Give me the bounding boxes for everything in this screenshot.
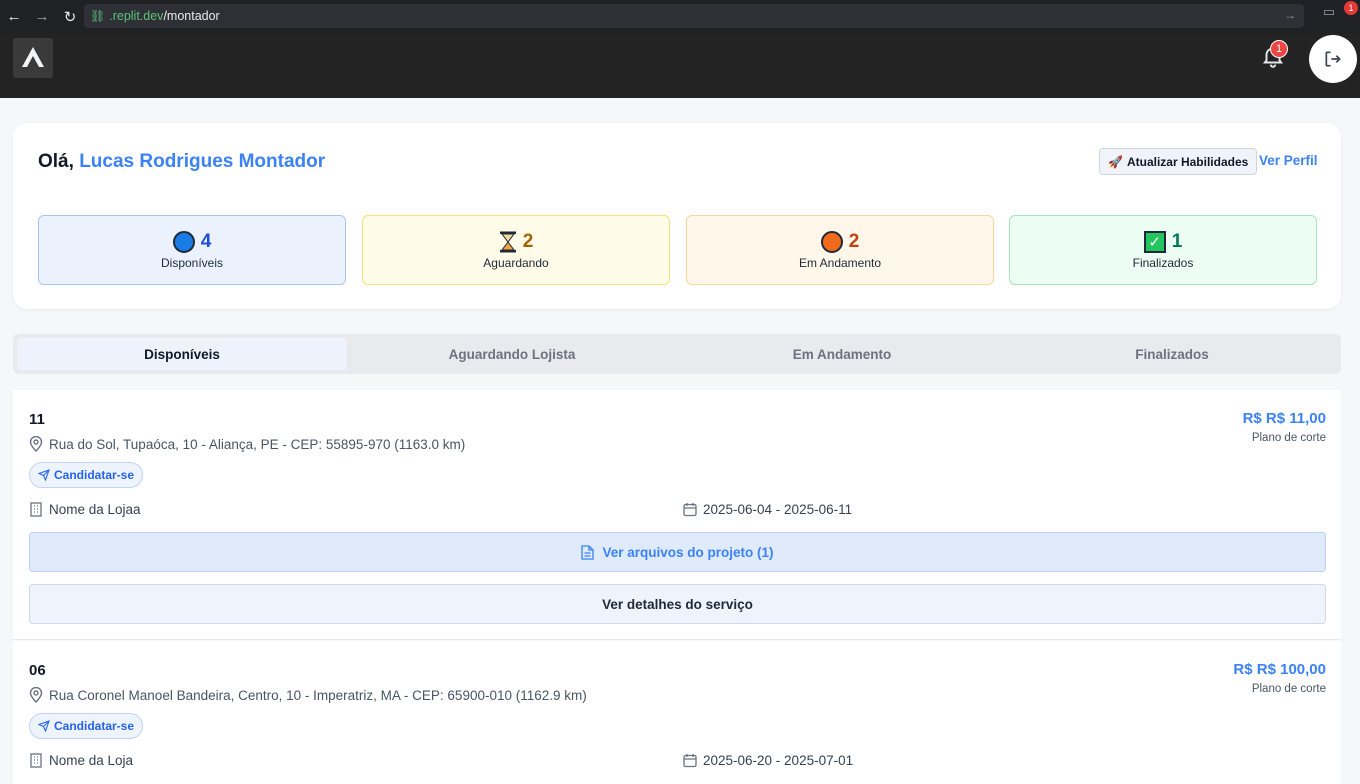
update-skills-button[interactable]: 🚀 Atualizar Habilidades <box>1099 148 1258 175</box>
view-profile-link[interactable]: Ver Perfil <box>1259 153 1318 168</box>
view-files-label: Ver arquivos do projeto (1) <box>602 544 774 560</box>
tab-in-progress[interactable]: Em Andamento <box>677 338 1007 370</box>
address-text: Rua Coronel Manoel Bandeira, Centro, 10 … <box>49 687 587 703</box>
service-store: Nome da Lojaa <box>29 502 141 517</box>
stat-count: 2 <box>848 230 860 252</box>
service-dates: 2025-06-20 - 2025-07-01 <box>683 753 853 768</box>
stat-count: 2 <box>522 230 534 252</box>
stat-waiting[interactable]: 2 Aguardando <box>362 215 670 285</box>
notification-badge: 1 <box>1270 40 1288 58</box>
map-pin-icon <box>29 436 43 452</box>
app-logo[interactable] <box>13 38 53 78</box>
forward-icon[interactable]: → <box>28 3 56 31</box>
service-store: Nome da Loja <box>29 753 133 768</box>
extension-badge: 1 <box>1344 1 1358 15</box>
stat-label: Em Andamento <box>798 255 882 270</box>
link-icon: ⛓ <box>90 9 106 23</box>
apply-button[interactable]: Candidatar-se <box>29 713 144 739</box>
tab-available[interactable]: Disponíveis <box>17 338 347 370</box>
update-skills-label: Atualizar Habilidades <box>1126 154 1249 169</box>
tab-waiting-store[interactable]: Aguardando Lojista <box>347 338 677 370</box>
stat-label: Finalizados <box>1132 255 1194 270</box>
building-icon <box>30 502 42 517</box>
file-icon <box>581 544 595 560</box>
service-card: 11 Rua do Sol, Tupaóca, 10 - Aliança, PE… <box>13 390 1341 640</box>
reload-icon[interactable]: ↻ <box>56 3 84 31</box>
service-title: 06 <box>29 662 46 679</box>
logout-button[interactable] <box>1309 35 1357 83</box>
send-icon <box>38 720 50 732</box>
logout-icon <box>1325 51 1341 67</box>
service-price: R$ R$ 100,00 <box>1233 661 1326 678</box>
map-pin-icon <box>29 687 43 703</box>
date-range: 2025-06-04 - 2025-06-11 <box>703 502 853 517</box>
stat-available[interactable]: 4 Disponíveis <box>38 215 346 285</box>
calendar-icon <box>683 503 697 517</box>
blue-circle-icon <box>172 230 195 253</box>
service-card: 06 Rua Coronel Manoel Bandeira, Centro, … <box>13 641 1341 784</box>
welcome-card: Olá, Lucas Rodrigues Montador 🚀 Atualiza… <box>13 123 1341 309</box>
greeting-heading: Olá, Lucas Rodrigues Montador <box>38 151 325 173</box>
stat-count: 1 <box>1171 230 1183 252</box>
orange-circle-icon <box>820 230 843 253</box>
stat-in-progress[interactable]: 2 Em Andamento <box>686 215 994 285</box>
building-icon <box>30 753 42 768</box>
hourglass-icon <box>499 231 516 252</box>
url-host: .replit.dev <box>109 9 164 23</box>
service-address: Rua do Sol, Tupaóca, 10 - Aliança, PE - … <box>29 436 465 452</box>
screen-icon[interactable]: ▭ <box>1323 4 1335 20</box>
stat-finished[interactable]: ✓ 1 Finalizados <box>1009 215 1317 285</box>
store-name: Nome da Lojaa <box>49 502 141 517</box>
service-title: 11 <box>29 411 45 428</box>
date-range: 2025-06-20 - 2025-07-01 <box>703 753 854 768</box>
check-mark-icon: ✓ <box>1143 230 1166 253</box>
stat-label: Aguardando <box>483 255 549 270</box>
apply-label: Candidatar-se <box>54 719 135 733</box>
logo-mark-icon <box>22 47 44 67</box>
address-text: Rua do Sol, Tupaóca, 10 - Aliança, PE - … <box>49 436 466 452</box>
calendar-icon <box>683 754 697 768</box>
service-price: R$ R$ 11,00 <box>1242 410 1326 427</box>
url-path: /montador <box>163 9 220 23</box>
store-name: Nome da Loja <box>49 753 134 768</box>
view-files-button[interactable]: Ver arquivos do projeto (1) <box>29 532 1326 572</box>
service-dates: 2025-06-04 - 2025-06-11 <box>683 502 852 517</box>
service-address: Rua Coronel Manoel Bandeira, Centro, 10 … <box>29 687 587 703</box>
rocket-icon: 🚀 <box>1108 154 1123 169</box>
send-icon <box>38 469 50 481</box>
apply-button[interactable]: Candidatar-se <box>29 462 144 488</box>
address-bar[interactable]: ⛓ .replit.dev/montador → <box>84 4 1304 28</box>
user-name: Lucas Rodrigues Montador <box>79 151 326 172</box>
browser-toolbar: ← → ↻ ⛓ .replit.dev/montador → ▭ ✎ 1 <box>0 0 1360 33</box>
stat-count: 4 <box>200 230 212 252</box>
go-arrow-icon[interactable]: → <box>1284 8 1296 22</box>
greeting-text: Olá, <box>38 151 74 172</box>
stat-label: Disponíveis <box>160 255 224 270</box>
service-plan: Plano de corte <box>1251 432 1326 444</box>
apply-label: Candidatar-se <box>54 468 135 482</box>
app-header: 1 <box>0 33 1360 98</box>
status-tabs: Disponíveis Aguardando Lojista Em Andame… <box>13 334 1341 374</box>
tab-finished[interactable]: Finalizados <box>1007 338 1337 370</box>
view-details-button[interactable]: Ver detalhes do serviço <box>29 584 1326 624</box>
back-icon[interactable]: ← <box>0 3 28 31</box>
service-plan: Plano de corte <box>1251 683 1326 695</box>
